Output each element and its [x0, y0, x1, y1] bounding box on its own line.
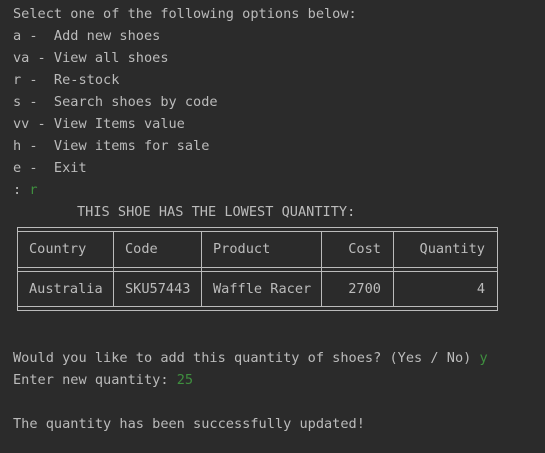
input-prefix: : [13, 182, 30, 198]
header-quantity: Quantity [419, 241, 485, 257]
table-border-bottom [17, 310, 498, 311]
menu-option-add: a - Add new shoes [13, 28, 161, 44]
confirm-line: Would you like to add this quantity of s… [13, 347, 545, 369]
header-product: Product [213, 241, 271, 257]
menu-option-exit: e - Exit [13, 160, 87, 176]
lowest-quantity-table: Country Code Product Cost Quantity Austr… [13, 225, 545, 325]
table-border-right [497, 227, 498, 311]
cell-cost: 2700 [348, 281, 381, 297]
quantity-line: Enter new quantity: 25 [13, 369, 545, 391]
menu-input-line: : r [13, 179, 545, 201]
confirm-user-input: y [479, 350, 488, 366]
menu-option-for-sale: h - View items for sale [13, 138, 210, 154]
column-divider-1 [113, 231, 114, 307]
console-output: Select one of the following options belo… [13, 3, 545, 435]
table-header-divider-inner [17, 271, 498, 272]
result-message: The quantity has been successfully updat… [13, 416, 365, 432]
table-header-divider [17, 267, 498, 268]
menu-option-view-all: va - View all shoes [13, 50, 169, 66]
cell-code: SKU57443 [125, 281, 191, 297]
menu-user-input: r [29, 182, 38, 198]
column-divider-2 [201, 231, 202, 307]
menu-option-search: s - Search shoes by code [13, 94, 218, 110]
column-divider-3 [321, 231, 322, 307]
menu-option-items-value: vv - View Items value [13, 116, 185, 132]
cell-quantity: 4 [476, 281, 485, 297]
cell-country: Australia [29, 281, 103, 297]
quantity-user-input: 25 [176, 372, 194, 388]
table-border-top-inner [17, 231, 498, 232]
menu-option-restock: r - Re-stock [13, 72, 120, 88]
cell-product: Waffle Racer [213, 281, 312, 297]
quantity-label: Enter new quantity: [13, 372, 177, 388]
column-divider-4 [393, 231, 394, 307]
lowest-quantity-title: THIS SHOE HAS THE LOWEST QUANTITY: [77, 204, 356, 220]
table-border-bottom-inner [17, 306, 498, 307]
header-cost: Cost [348, 241, 381, 257]
table-frame: Country Code Product Cost Quantity Austr… [17, 227, 498, 315]
table-border-left [17, 227, 18, 311]
table-border-top [17, 227, 498, 228]
menu-prompt: Select one of the following options belo… [13, 6, 357, 22]
header-code: Code [125, 241, 158, 257]
confirm-question: Would you like to add this quantity of s… [13, 350, 480, 366]
header-country: Country [29, 241, 87, 257]
